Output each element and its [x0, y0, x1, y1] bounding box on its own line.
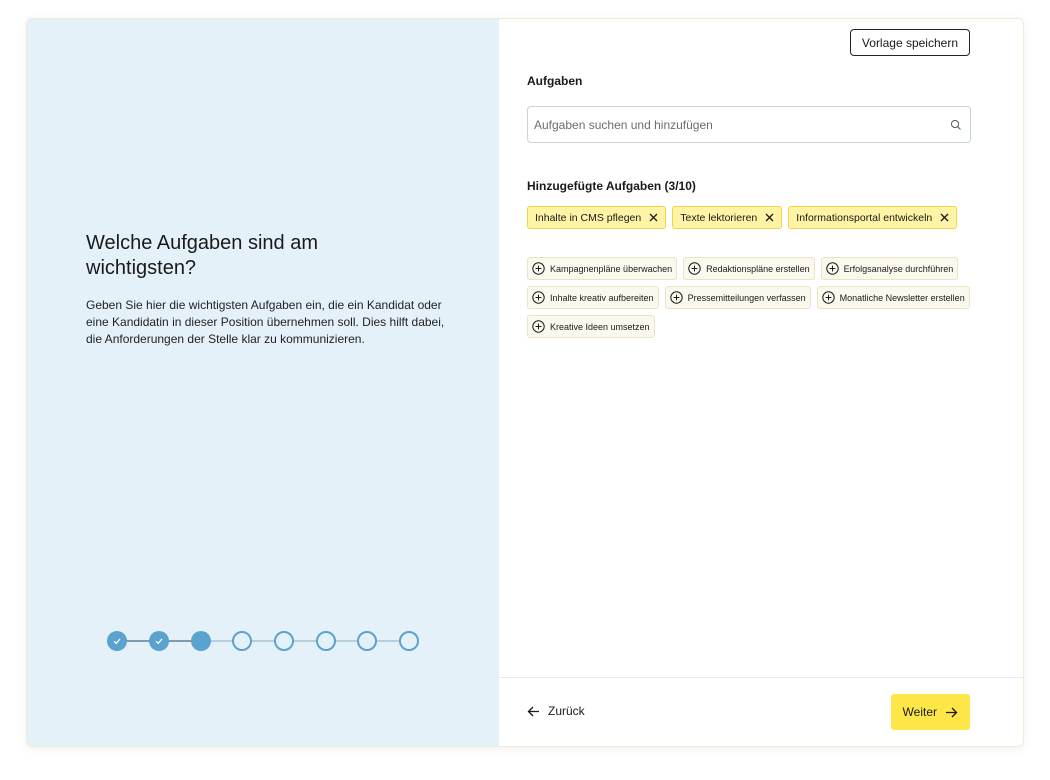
save-template-button[interactable]: Vorlage speichern: [849, 29, 970, 56]
progress-stepper: [107, 631, 419, 651]
close-icon[interactable]: [649, 213, 658, 222]
chip-label: Texte lektorieren: [680, 211, 758, 224]
suggested-tasks-list: Kampagnenpläne überwachen Redaktionsplän…: [527, 257, 977, 338]
plus-circle-icon: [825, 262, 839, 275]
chip-label: Informationsportal entwickeln: [796, 211, 933, 224]
back-label: Zurück: [548, 704, 585, 718]
task-search[interactable]: [527, 106, 971, 143]
suggested-task-label: Monatliche Newsletter erstellen: [839, 292, 965, 303]
step-7: [357, 631, 377, 651]
step-2-done: [149, 631, 169, 651]
step-5: [274, 631, 294, 651]
added-tasks-list: Inhalte in CMS pflegen Texte lektorieren…: [527, 206, 958, 229]
close-icon[interactable]: [765, 213, 774, 222]
arrow-right-icon: [945, 706, 958, 719]
suggested-task-label: Pressemitteilungen verfassen: [687, 292, 806, 303]
back-button[interactable]: Zurück: [527, 704, 585, 718]
plus-circle-icon: [532, 320, 545, 333]
search-icon[interactable]: [950, 119, 962, 131]
step-1-done: [107, 631, 127, 651]
chip-label: Inhalte in CMS pflegen: [535, 211, 642, 224]
step-4: [232, 631, 252, 651]
task-search-input[interactable]: [534, 117, 950, 132]
wizard-footer: Zurück Weiter: [499, 677, 1023, 746]
suggested-task-label: Erfolgsanalyse durchführen: [843, 263, 954, 274]
suggested-task-button[interactable]: Erfolgsanalyse durchführen: [820, 257, 959, 280]
check-icon: [113, 638, 121, 645]
suggested-task-label: Kampagnenpläne überwachen: [550, 263, 673, 274]
plus-circle-icon: [669, 291, 683, 304]
added-task-chip: Inhalte in CMS pflegen: [527, 206, 667, 229]
tasks-label: Aufgaben: [527, 74, 583, 88]
arrow-left-icon: [527, 705, 540, 718]
next-label: Weiter: [902, 705, 937, 719]
task-panel: Vorlage speichern Aufgaben Hinzugefügte …: [499, 19, 1023, 746]
added-tasks-label: Hinzugefügte Aufgaben (3/10): [527, 179, 696, 193]
check-icon: [155, 638, 163, 645]
suggested-task-button[interactable]: Pressemitteilungen verfassen: [664, 286, 811, 309]
suggested-task-button[interactable]: Kreative Ideen umsetzen: [527, 315, 655, 338]
suggested-task-label: Redaktionspläne erstellen: [706, 263, 810, 274]
plus-circle-icon: [821, 291, 835, 304]
suggested-task-button[interactable]: Redaktionspläne erstellen: [683, 257, 815, 280]
suggested-task-label: Kreative Ideen umsetzen: [550, 321, 650, 332]
next-button[interactable]: Weiter: [890, 694, 970, 730]
step-3-current: [191, 631, 211, 651]
question-title: Welche Aufgaben sind am wichtigsten?: [86, 232, 319, 279]
plus-circle-icon: [532, 291, 545, 304]
suggested-task-label: Inhalte kreativ aufbereiten: [550, 292, 654, 303]
plus-circle-icon: [688, 262, 701, 275]
added-task-chip: Texte lektorieren: [672, 206, 783, 229]
plus-circle-icon: [532, 262, 545, 275]
question-panel: Welche Aufgaben sind am wichtigsten? Geb…: [27, 19, 499, 746]
close-icon[interactable]: [940, 213, 949, 222]
wizard-card: Welche Aufgaben sind am wichtigsten? Geb…: [26, 18, 1024, 747]
question-description: Geben Sie hier die wichtigsten Aufgaben …: [86, 298, 445, 346]
added-task-chip: Informationsportal entwickeln: [788, 206, 958, 229]
step-6: [316, 631, 336, 651]
suggested-task-button[interactable]: Kampagnenpläne überwachen: [527, 257, 678, 280]
suggested-task-button[interactable]: Monatliche Newsletter erstellen: [816, 286, 970, 309]
suggested-task-button[interactable]: Inhalte kreativ aufbereiten: [527, 286, 659, 309]
step-8: [399, 631, 419, 651]
